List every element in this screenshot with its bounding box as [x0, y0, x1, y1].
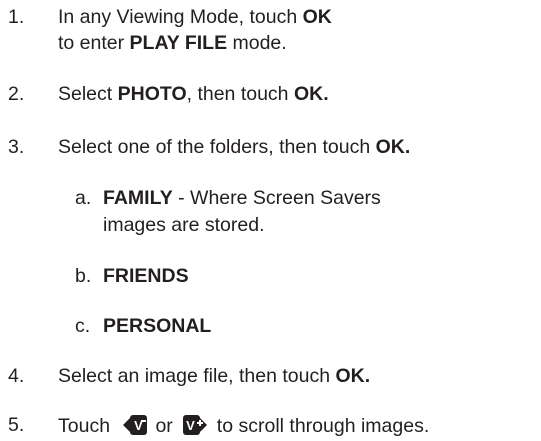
step-text: , then touch — [186, 83, 294, 105]
step-number: 3. — [8, 136, 25, 158]
substep-letter: b. — [75, 265, 92, 287]
bold-term: PLAY FILE — [129, 32, 228, 54]
svg-text:V: V — [186, 418, 195, 433]
step-text: to enter — [58, 32, 130, 54]
bold-term: PHOTO — [117, 83, 187, 105]
step-number: 2. — [8, 83, 25, 105]
step-text: In any Viewing Mode, touch — [58, 6, 303, 28]
bold-term: FAMILY — [103, 187, 173, 209]
step-text: or — [155, 415, 173, 437]
step-number: 4. — [8, 365, 25, 387]
bold-term: PERSONAL — [103, 315, 212, 337]
step-text: Select an image file, then touch — [58, 365, 336, 387]
step-text: mode. — [227, 32, 287, 54]
volume-up-forward-icon: V — [182, 414, 207, 441]
step-text: Touch — [58, 415, 116, 437]
bold-term: OK. — [293, 83, 329, 105]
substep-text: - Where Screen Savers — [172, 187, 381, 209]
instructions-page: { "steps": [ { "number": "1.", "line1": … — [0, 0, 541, 437]
step-text: Select one of the folders, then touch — [58, 136, 376, 158]
substep-letter: c. — [75, 315, 91, 337]
step-text: to scroll through images. — [216, 415, 430, 437]
volume-down-back-icon: V — [123, 414, 148, 441]
step-number: 1. — [8, 6, 25, 28]
bold-term: OK. — [335, 365, 371, 387]
substep-letter: a. — [75, 187, 92, 209]
bold-term: FRIENDS — [103, 265, 189, 287]
step-text: Select — [58, 83, 118, 105]
substep-text: images are stored. — [103, 214, 265, 236]
bold-term: OK — [302, 6, 332, 28]
bold-term: OK. — [375, 136, 411, 158]
